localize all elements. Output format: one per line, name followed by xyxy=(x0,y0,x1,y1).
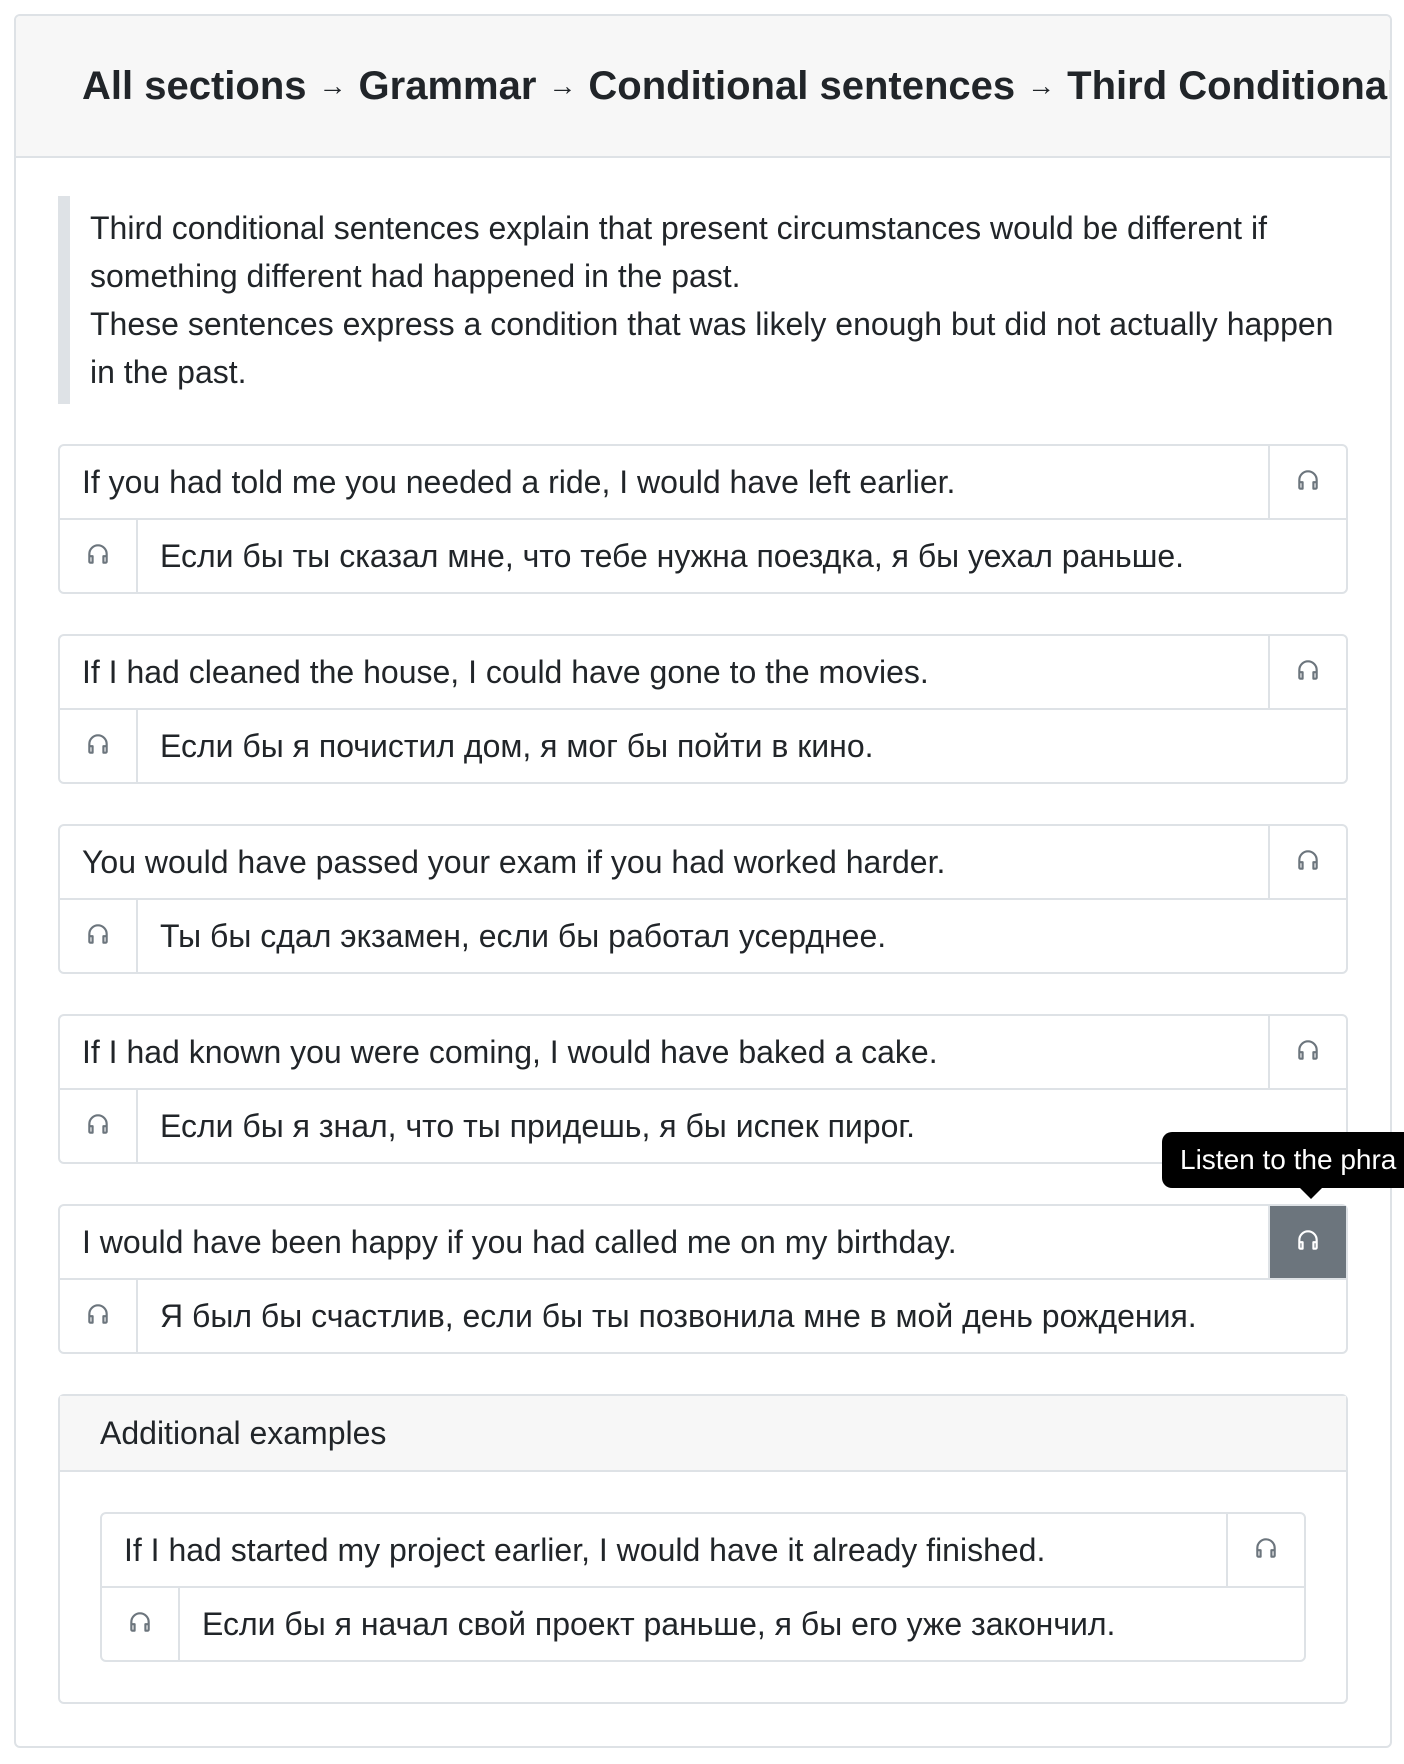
english-phrase: I would have been happy if you had calle… xyxy=(82,1223,957,1260)
russian-translation: Если бы я начал свой проект раньше, я бы… xyxy=(202,1605,1116,1642)
tooltip-arrow xyxy=(1300,1188,1322,1199)
english-row: If I had cleaned the house, I could have… xyxy=(60,636,1346,708)
additional-examples-title: Additional examples xyxy=(60,1396,1346,1472)
russian-row: Ты бы сдал экзамен, если бы работал усер… xyxy=(60,898,1346,972)
additional-examples-list: If I had started my project earlier, I w… xyxy=(60,1472,1346,1702)
headphones-icon xyxy=(85,1301,111,1332)
listen-tooltip: Listen to the phra xyxy=(1162,1132,1404,1188)
russian-translation: Если бы я почистил дом, я мог бы пойти в… xyxy=(160,727,874,764)
phrase-card: If you had told me you needed a ride, I … xyxy=(58,444,1348,594)
russian-row: Если бы я почистил дом, я мог бы пойти в… xyxy=(60,708,1346,782)
russian-translation: Если бы ты сказал мне, что тебе нужна по… xyxy=(160,537,1185,574)
english-row: If you had told me you needed a ride, I … xyxy=(60,446,1346,518)
russian-translation: Я был бы счастлив, если бы ты позвонила … xyxy=(160,1297,1197,1334)
additional-examples-card: Additional examples If I had started my … xyxy=(58,1394,1348,1704)
russian-translation: Ты бы сдал экзамен, если бы работал усер… xyxy=(160,917,887,954)
listen-english-button[interactable] xyxy=(1268,1016,1346,1088)
phrase-card: If I had started my project earlier, I w… xyxy=(100,1512,1306,1662)
breadcrumb-third-conditional: Third Conditional xyxy=(1067,63,1392,108)
breadcrumb-grammar[interactable]: Grammar xyxy=(359,64,537,109)
russian-row: Я был бы счастлив, если бы ты позвонила … xyxy=(60,1278,1346,1352)
russian-row: Если бы ты сказал мне, что тебе нужна по… xyxy=(60,518,1346,592)
listen-russian-button[interactable] xyxy=(60,1090,138,1162)
grammar-card: All sections → Grammar → Conditional sen… xyxy=(14,14,1392,1748)
breadcrumb-all-sections[interactable]: All sections xyxy=(82,64,307,109)
listen-russian-button[interactable] xyxy=(102,1588,180,1660)
english-phrase: You would have passed your exam if you h… xyxy=(82,843,946,880)
breadcrumb-separator-icon: → xyxy=(1027,70,1056,101)
russian-row: Если бы я знал, что ты придешь, я бы исп… xyxy=(60,1088,1346,1162)
headphones-icon xyxy=(85,731,111,762)
listen-russian-button[interactable] xyxy=(60,520,138,592)
breadcrumb: All sections → Grammar → Conditional sen… xyxy=(16,16,1390,158)
english-phrase: If I had known you were coming, I would … xyxy=(82,1033,938,1070)
headphones-icon xyxy=(1295,1227,1321,1258)
intro-line-2: These sentences express a condition that… xyxy=(90,306,1334,390)
listen-russian-button[interactable] xyxy=(60,1280,138,1352)
phrase-card: If I had cleaned the house, I could have… xyxy=(58,634,1348,784)
english-row: If I had started my project earlier, I w… xyxy=(102,1514,1304,1586)
phrase-card: I would have been happy if you had calle… xyxy=(58,1204,1348,1354)
english-phrase: If I had cleaned the house, I could have… xyxy=(82,653,929,690)
breadcrumb-conditional-sentences[interactable]: Conditional sentences xyxy=(588,64,1015,109)
headphones-icon xyxy=(1295,467,1321,498)
listen-english-button[interactable] xyxy=(1268,446,1346,518)
listen-russian-button[interactable] xyxy=(60,900,138,972)
english-phrase: If you had told me you needed a ride, I … xyxy=(82,463,956,500)
listen-english-button[interactable] xyxy=(1226,1514,1304,1586)
headphones-icon xyxy=(1295,1037,1321,1068)
intro-line-1: Third conditional sentences explain that… xyxy=(90,210,1267,294)
headphones-icon xyxy=(85,921,111,952)
breadcrumb-separator-icon: → xyxy=(548,70,577,101)
phrase-card: If I had known you were coming, I would … xyxy=(58,1014,1348,1164)
english-row: I would have been happy if you had calle… xyxy=(60,1206,1346,1278)
headphones-icon xyxy=(1253,1535,1279,1566)
headphones-icon xyxy=(1295,847,1321,878)
listen-english-button[interactable] xyxy=(1268,826,1346,898)
listen-english-button[interactable] xyxy=(1268,1206,1346,1278)
russian-row: Если бы я начал свой проект раньше, я бы… xyxy=(102,1586,1304,1660)
english-phrase: If I had started my project earlier, I w… xyxy=(124,1531,1046,1568)
english-row: If I had known you were coming, I would … xyxy=(60,1016,1346,1088)
headphones-icon xyxy=(85,1111,111,1142)
headphones-icon xyxy=(1295,657,1321,688)
english-row: You would have passed your exam if you h… xyxy=(60,826,1346,898)
headphones-icon xyxy=(85,541,111,572)
phrase-list: If you had told me you needed a ride, I … xyxy=(58,444,1348,1354)
card-body: Third conditional sentences explain that… xyxy=(16,158,1390,1704)
phrase-card: You would have passed your exam if you h… xyxy=(58,824,1348,974)
listen-russian-button[interactable] xyxy=(60,710,138,782)
headphones-icon xyxy=(127,1609,153,1640)
breadcrumb-separator-icon: → xyxy=(318,70,347,101)
listen-english-button[interactable] xyxy=(1268,636,1346,708)
intro-blockquote: Third conditional sentences explain that… xyxy=(58,196,1348,404)
